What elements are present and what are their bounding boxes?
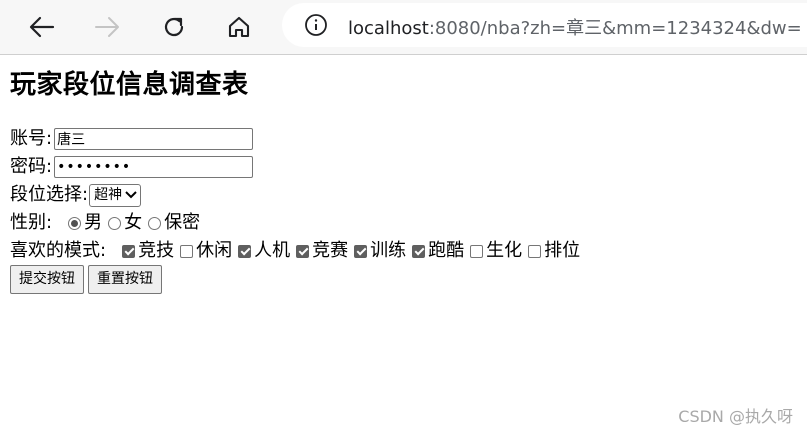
modes-row: 喜欢的模式: 竞技 休闲 人机 竞赛 训练 跑酷 生化 排位 <box>10 237 800 265</box>
url-path: :8080/nba?zh=章三&mm=1234324&dw= <box>428 18 802 39</box>
checkbox-jingsai[interactable] <box>296 244 310 258</box>
checkbox-xunlian[interactable] <box>354 244 368 258</box>
password-row: 密码: <box>10 153 800 181</box>
account-input[interactable] <box>54 128 254 150</box>
mode-option-shenghua[interactable]: 生化 <box>464 237 522 265</box>
rank-label: 段位选择: <box>10 184 89 205</box>
mode-label: 竞赛 <box>312 240 349 261</box>
checkbox-renji[interactable] <box>238 244 252 258</box>
submit-button[interactable]: 提交按钮 <box>10 264 84 294</box>
mode-label: 休闲 <box>196 240 233 261</box>
address-bar[interactable]: localhost:8080/nba?zh=章三&mm=1234324&dw= <box>282 3 807 47</box>
mode-label: 生化 <box>486 240 523 261</box>
info-icon[interactable] <box>304 13 328 41</box>
radio-female[interactable] <box>108 216 122 230</box>
chevron-down-icon <box>125 191 137 199</box>
gender-option-male[interactable]: 男 <box>62 209 102 237</box>
mode-option-renji[interactable]: 人机 <box>232 237 290 265</box>
forward-icon[interactable] <box>88 8 126 46</box>
gender-option-female[interactable]: 女 <box>102 209 142 237</box>
password-label: 密码: <box>10 156 53 177</box>
url-host: localhost <box>348 18 429 39</box>
page-title: 玩家段位信息调查表 <box>10 70 249 100</box>
account-row: 账号: <box>10 125 800 153</box>
gender-secret-label: 保密 <box>164 212 201 233</box>
radio-secret[interactable] <box>148 216 162 230</box>
rank-selected-value: 超神 <box>94 187 123 203</box>
mode-label: 排位 <box>544 240 581 261</box>
gender-female-label: 女 <box>124 212 143 233</box>
gender-option-secret[interactable]: 保密 <box>142 209 200 237</box>
url-text[interactable]: localhost:8080/nba?zh=章三&mm=1234324&dw= <box>348 14 802 40</box>
checkbox-jingji[interactable] <box>122 244 136 258</box>
reset-button[interactable]: 重置按钮 <box>88 264 162 294</box>
mode-option-jingji[interactable]: 竞技 <box>116 237 174 265</box>
watermark-text: CSDN @执久呀 <box>678 407 793 426</box>
gender-label: 性别: <box>10 212 53 233</box>
browser-toolbar: localhost:8080/nba?zh=章三&mm=1234324&dw= <box>0 0 807 55</box>
mode-label: 人机 <box>254 240 291 261</box>
checkbox-paoku[interactable] <box>412 244 426 258</box>
buttons-row: 提交按钮 重置按钮 <box>10 264 800 294</box>
radio-male[interactable] <box>68 216 82 230</box>
mode-label: 跑酷 <box>428 240 465 261</box>
back-icon[interactable] <box>23 8 61 46</box>
rank-select[interactable]: 超神 <box>89 183 142 207</box>
password-input[interactable] <box>54 156 254 178</box>
mode-option-jingsai[interactable]: 竞赛 <box>290 237 348 265</box>
mode-option-xunlian[interactable]: 训练 <box>348 237 406 265</box>
mode-option-paiwei[interactable]: 排位 <box>522 237 580 265</box>
checkbox-shenghua[interactable] <box>470 244 484 258</box>
mode-option-paoku[interactable]: 跑酷 <box>406 237 464 265</box>
mode-option-xiuxian[interactable]: 休闲 <box>174 237 232 265</box>
reload-icon[interactable] <box>155 8 193 46</box>
mode-label: 训练 <box>370 240 407 261</box>
checkbox-xiuxian[interactable] <box>180 244 194 258</box>
page-content: 玩家段位信息调查表 账号: 密码: 段位选择: 超神 性别: 男 女 保密 喜欢… <box>10 66 800 294</box>
modes-label: 喜欢的模式: <box>10 240 107 261</box>
checkbox-paiwei[interactable] <box>528 244 542 258</box>
gender-row: 性别: 男 女 保密 <box>10 209 800 237</box>
mode-label: 竞技 <box>138 240 175 261</box>
account-label: 账号: <box>10 128 53 149</box>
gender-male-label: 男 <box>84 212 103 233</box>
rank-row: 段位选择: 超神 <box>10 181 800 209</box>
home-icon[interactable] <box>220 8 258 46</box>
survey-form: 账号: 密码: 段位选择: 超神 性别: 男 女 保密 喜欢的模式: 竞技 休闲… <box>10 125 800 294</box>
